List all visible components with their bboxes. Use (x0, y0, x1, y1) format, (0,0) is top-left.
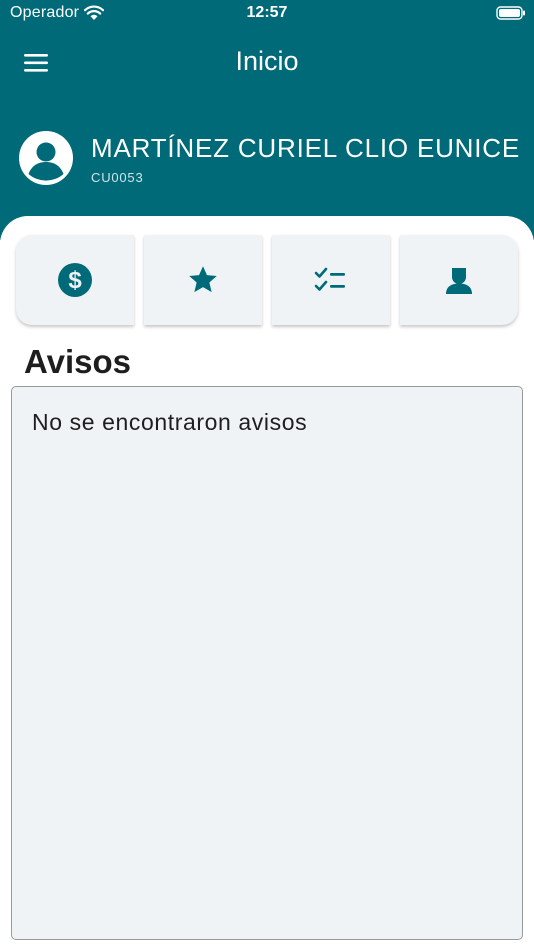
svg-text:$: $ (68, 267, 82, 294)
app-header: Operador 12:57 Inicio MARTÍNEZ CURIEL CL… (0, 0, 534, 240)
notices-empty-message: No se encontraron avisos (32, 409, 308, 435)
battery-icon (496, 6, 525, 20)
notices-panel: No se encontraron avisos (11, 386, 523, 940)
checklist-icon (314, 267, 345, 291)
person-icon (446, 268, 472, 294)
checklist-button[interactable] (272, 235, 390, 325)
profile-button[interactable] (400, 235, 518, 325)
status-time: 12:57 (246, 4, 288, 21)
user-avatar-icon (19, 131, 73, 185)
page-title: Inicio (235, 46, 299, 76)
favorites-button[interactable] (144, 235, 262, 325)
status-bar: Operador 12:57 (0, 0, 534, 28)
payments-button[interactable]: $ (16, 235, 134, 325)
dollar-circle-icon: $ (58, 263, 92, 297)
user-code: CU0053 (91, 170, 144, 185)
user-name: MARTÍNEZ CURIEL CLIO EUNICE (91, 133, 520, 163)
notices-title: Avisos (24, 343, 131, 380)
star-icon (189, 266, 217, 293)
